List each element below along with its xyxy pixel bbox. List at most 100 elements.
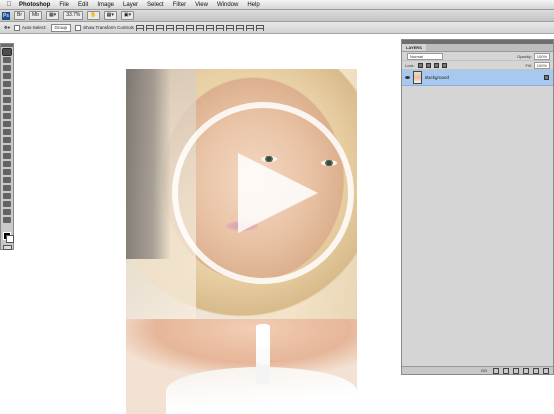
lock-image-icon[interactable] [425,62,431,68]
shape-tool-icon[interactable] [3,185,11,191]
distribute-vcenter-icon[interactable] [205,24,214,31]
distribute-top-icon[interactable] [195,24,204,31]
brush-tool-icon[interactable] [3,105,11,111]
3d-orbit-tool-icon[interactable] [3,201,11,207]
menu-file[interactable]: File [59,2,69,8]
blur-tool-icon[interactable] [3,145,11,151]
move-tool-icon[interactable]: ✥▾ [4,25,10,31]
lock-label: Lock: [405,62,415,68]
new-group-icon[interactable] [523,367,529,374]
layer-row-background[interactable]: Background [402,70,553,86]
fill-input[interactable]: 100% [533,61,550,69]
arrange-documents-button[interactable]: ▦▾ [103,11,117,20]
zoom-level[interactable]: 33.7% [63,11,84,20]
menu-layer[interactable]: Layer [123,2,138,8]
menu-bar:  Photoshop File Edit Image Layer Select… [0,0,554,10]
eye-icon[interactable] [405,76,410,79]
dodge-tool-icon[interactable] [3,153,11,159]
options-bar: ✥▾ Auto-Select: Group Show Transform Con… [0,22,554,34]
align-top-icon[interactable] [135,24,144,31]
transform-controls-label: Show Transform Controls [83,25,134,30]
blend-opacity-row: Normal Opacity: 100% [402,52,553,61]
layer-thumbnail [413,71,422,84]
auto-select-checkbox[interactable]: Auto-Select: [14,24,47,31]
auto-align-icon[interactable] [255,24,264,31]
marquee-tool-icon[interactable] [3,57,11,63]
delete-layer-icon[interactable] [543,367,549,374]
play-icon[interactable] [168,98,358,288]
opacity-label: Opacity: [517,53,532,59]
menu-filter[interactable]: Filter [173,2,186,8]
veil-region [126,69,171,259]
transform-controls-checkbox[interactable]: Show Transform Controls [75,24,134,31]
menu-view[interactable]: View [195,2,208,8]
distribute-right-icon[interactable] [245,24,254,31]
bridge-button[interactable]: Br [14,11,25,20]
layers-panel-tabs: LAYERS [402,44,553,52]
fill-label: Fill: [525,62,532,68]
distribute-bottom-icon[interactable] [215,24,224,31]
tab-layers[interactable]: LAYERS [402,44,426,51]
hand-tool-button[interactable]: ✋ [87,11,100,20]
screen-mode-button[interactable]: ▣▾ [120,11,135,20]
checkbox-icon [14,24,21,31]
lock-transparent-icon[interactable] [417,62,423,68]
layer-mask-icon[interactable] [503,367,509,374]
align-hcenter-icon[interactable] [175,24,184,31]
pen-tool-icon[interactable] [3,161,11,167]
clone-stamp-tool-icon[interactable] [3,113,11,119]
auto-select-value: Group [50,23,72,32]
view-extras-button[interactable]: ▦▾ [45,11,60,20]
healing-brush-tool-icon[interactable] [3,97,11,103]
move-tool-icon[interactable] [2,48,12,56]
layers-panel: LAYERS Normal Opacity: 100% Lock: Fill: … [401,39,554,375]
menu-image[interactable]: Image [97,2,114,8]
apple-icon[interactable]:  [4,1,14,8]
tools-panel [0,43,14,250]
minibridge-button[interactable]: Mb [29,11,42,20]
menu-select[interactable]: Select [147,2,164,8]
checkbox-icon [75,24,82,31]
adjustment-layer-icon[interactable] [513,367,519,374]
menu-window[interactable]: Window [217,2,238,8]
layer-style-icon[interactable] [493,367,499,374]
eyedropper-tool-icon[interactable] [3,89,11,95]
align-vcenter-icon[interactable] [145,24,154,31]
pendant-necklace [256,324,270,384]
layers-panel-footer: GO [402,366,553,374]
blend-mode-select[interactable]: Normal [407,52,443,60]
new-layer-icon[interactable] [533,367,539,374]
photoshop-logo-icon: Ps [2,11,10,20]
auto-select-label: Auto-Select: [22,25,47,30]
crop-tool-icon[interactable] [3,81,11,87]
menu-photoshop[interactable]: Photoshop [19,2,50,8]
zoom-tool-icon[interactable] [3,217,11,223]
eraser-tool-icon[interactable] [3,129,11,135]
link-layers-icon[interactable]: GO [481,368,487,373]
distribute-left-icon[interactable] [225,24,234,31]
align-right-icon[interactable] [185,24,194,31]
lock-position-icon[interactable] [433,62,439,68]
hand-tool-icon[interactable] [3,209,11,215]
gradient-tool-icon[interactable] [3,137,11,143]
layer-name: Background [425,75,450,80]
quick-mask-icon[interactable] [3,245,12,250]
history-brush-tool-icon[interactable] [3,121,11,127]
align-bottom-icon[interactable] [155,24,164,31]
opacity-input[interactable]: 100% [533,52,550,60]
quick-select-tool-icon[interactable] [3,73,11,79]
auto-select-dropdown[interactable]: Group [50,23,72,32]
distribute-hcenter-icon[interactable] [235,24,244,31]
background-color-swatch[interactable] [6,235,14,243]
lasso-tool-icon[interactable] [3,65,11,71]
menu-edit[interactable]: Edit [78,2,88,8]
3d-rotate-tool-icon[interactable] [3,193,11,199]
type-tool-icon[interactable] [3,169,11,175]
align-left-icon[interactable] [165,24,174,31]
application-bar: Ps Br Mb ▦▾ 33.7% ✋ ▦▾ ▣▾ [0,10,554,22]
menu-help[interactable]: Help [247,2,259,8]
path-select-tool-icon[interactable] [3,177,11,183]
lock-icon [544,75,549,80]
tools-panel-header[interactable] [1,44,13,47]
lock-all-icon[interactable] [441,62,447,68]
